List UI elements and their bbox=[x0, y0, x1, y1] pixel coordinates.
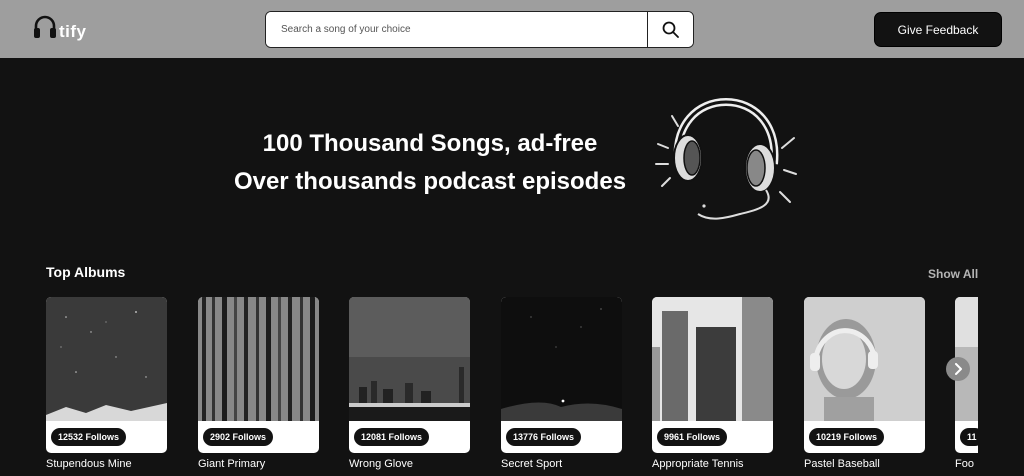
album-card[interactable]: 12532 Follows Stupendous Mine bbox=[46, 297, 167, 470]
headphones-icon bbox=[34, 15, 56, 38]
navbar: tify Give Feedback bbox=[0, 0, 1024, 58]
album-thumbnail: 13776 Follows bbox=[501, 297, 622, 453]
follows-badge: 12081 Follows bbox=[354, 428, 430, 446]
give-feedback-button[interactable]: Give Feedback bbox=[874, 12, 1002, 47]
search-button[interactable] bbox=[647, 12, 693, 47]
album-cover-image bbox=[501, 297, 622, 421]
hero-text: 100 Thousand Songs, ad-free Over thousan… bbox=[200, 125, 660, 201]
album-thumbnail: 10219 Follows bbox=[804, 297, 925, 453]
album-thumbnail: 12532 Follows bbox=[46, 297, 167, 453]
logo[interactable]: tify bbox=[33, 15, 93, 45]
album-card[interactable]: 9961 Follows Appropriate Tennis bbox=[652, 297, 773, 470]
album-thumbnail: 2902 Follows bbox=[198, 297, 319, 453]
album-card[interactable]: 12081 Follows Wrong Glove bbox=[349, 297, 470, 470]
album-name: Wrong Glove bbox=[349, 458, 413, 470]
album-cover-image bbox=[46, 297, 167, 421]
album-name: Secret Sport bbox=[501, 458, 563, 470]
follows-badge: 9961 Follows bbox=[657, 428, 728, 446]
show-all-link[interactable]: Show All bbox=[928, 267, 978, 281]
album-name: Giant Primary bbox=[198, 458, 266, 470]
follows-badge: 10219 Follows bbox=[809, 428, 885, 446]
follows-badge: 11 bbox=[960, 428, 978, 446]
hero-line-1: 100 Thousand Songs, ad-free bbox=[262, 130, 598, 157]
album-name: Pastel Baseball bbox=[804, 458, 880, 470]
album-cover-image bbox=[652, 297, 773, 421]
headphones-illustration-icon bbox=[655, 97, 797, 220]
follows-badge: 13776 Follows bbox=[506, 428, 582, 446]
logo-text: tify bbox=[59, 22, 87, 41]
album-card[interactable]: 11 Foo bbox=[955, 297, 978, 470]
album-card[interactable]: 13776 Follows Secret Sport bbox=[501, 297, 622, 470]
hero-line-2: Over thousands podcast episodes bbox=[233, 168, 627, 195]
search-input[interactable] bbox=[266, 12, 648, 47]
carousel-next-button[interactable] bbox=[946, 357, 970, 381]
album-name: Appropriate Tennis bbox=[652, 458, 744, 470]
albums-carousel: 12532 Follows Stupendous Mine 2902 Follo… bbox=[46, 297, 978, 476]
album-cover-image bbox=[349, 297, 470, 421]
follows-badge: 12532 Follows bbox=[51, 428, 127, 446]
album-card[interactable]: 2902 Follows Giant Primary bbox=[198, 297, 319, 470]
album-cover-image bbox=[198, 297, 319, 421]
album-card[interactable]: 10219 Follows Pastel Baseball bbox=[804, 297, 925, 470]
album-name: Stupendous Mine bbox=[46, 458, 132, 470]
album-name: Foo bbox=[955, 458, 974, 470]
album-cover-image bbox=[804, 297, 925, 421]
chevron-right-icon bbox=[955, 363, 962, 375]
album-thumbnail: 12081 Follows bbox=[349, 297, 470, 453]
search-icon bbox=[662, 21, 679, 38]
follows-badge: 2902 Follows bbox=[203, 428, 274, 446]
search-bar bbox=[265, 11, 694, 48]
album-thumbnail: 9961 Follows bbox=[652, 297, 773, 453]
section-title: Top Albums bbox=[46, 264, 126, 280]
